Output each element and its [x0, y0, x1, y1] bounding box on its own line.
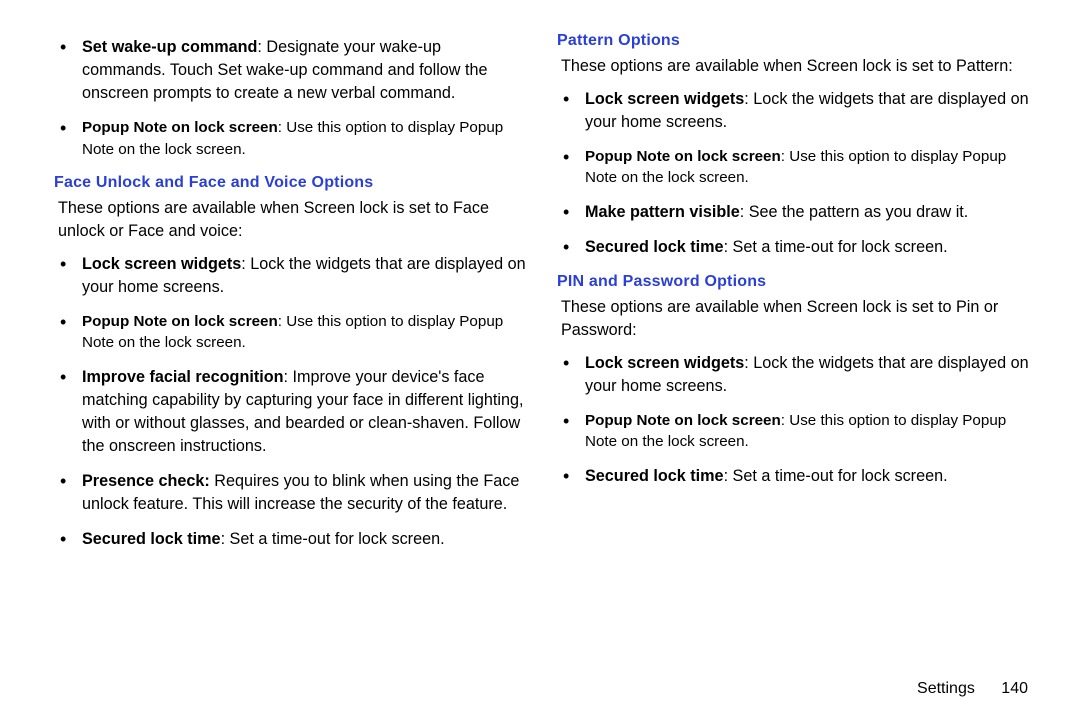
bullet-icon — [54, 311, 82, 354]
bullet-icon — [54, 366, 82, 458]
list-item-text: Improve facial recognition: Improve your… — [82, 366, 529, 458]
section-heading-face-unlock: Face Unlock and Face and Voice Options — [54, 172, 529, 195]
list-item-text: Lock screen widgets: Lock the widgets th… — [82, 253, 529, 299]
list-item-text: Lock screen widgets: Lock the widgets th… — [585, 352, 1032, 398]
list-item: Secured lock time: Set a time-out for lo… — [557, 236, 1032, 259]
list-item-text: Presence check: Requires you to blink wh… — [82, 470, 529, 516]
footer-page-number: 140 — [1001, 680, 1028, 697]
bullet-list: Lock screen widgets: Lock the widgets th… — [557, 352, 1032, 488]
page-footer: Settings 140 — [917, 680, 1028, 698]
list-item-lead: Improve facial recognition — [82, 368, 284, 386]
list-item-rest: : Set a time-out for lock screen. — [724, 238, 948, 256]
list-item-lead: Popup Note on lock screen — [585, 412, 781, 429]
list-item-text: Popup Note on lock screen: Use this opti… — [82, 311, 529, 354]
list-item: Make pattern visible: See the pattern as… — [557, 201, 1032, 224]
bullet-list: Lock screen widgets: Lock the widgets th… — [557, 88, 1032, 259]
right-column: Pattern Options These options are availa… — [557, 30, 1032, 563]
bullet-icon — [557, 88, 585, 134]
left-column: Set wake-up command: Designate your wake… — [54, 30, 529, 563]
list-item-lead: Secured lock time — [585, 467, 724, 485]
list-item: Lock screen widgets: Lock the widgets th… — [557, 352, 1032, 398]
list-item-lead: Lock screen widgets — [585, 354, 744, 372]
list-item-text: Set wake-up command: Designate your wake… — [82, 36, 529, 105]
list-item-text: Lock screen widgets: Lock the widgets th… — [585, 88, 1032, 134]
list-item-text: Popup Note on lock screen: Use this opti… — [585, 410, 1032, 453]
bullet-icon — [557, 352, 585, 398]
list-item-text: Popup Note on lock screen: Use this opti… — [82, 117, 529, 160]
bullet-icon — [54, 528, 82, 551]
section-heading-pattern: Pattern Options — [557, 30, 1032, 53]
bullet-icon — [557, 236, 585, 259]
list-item-lead: Presence check: — [82, 472, 210, 490]
list-item-lead: Secured lock time — [585, 238, 724, 256]
list-item-text: Make pattern visible: See the pattern as… — [585, 201, 1032, 224]
list-item-rest: : See the pattern as you draw it. — [740, 203, 969, 221]
list-item-text: Secured lock time: Set a time-out for lo… — [82, 528, 529, 551]
bullet-list: Lock screen widgets: Lock the widgets th… — [54, 253, 529, 551]
manual-page: Set wake-up command: Designate your wake… — [0, 0, 1080, 720]
list-item-rest: : Set a time-out for lock screen. — [724, 467, 948, 485]
list-item-rest: : Set a time-out for lock screen. — [221, 530, 445, 548]
section-intro: These options are available when Screen … — [557, 55, 1032, 78]
list-item: Set wake-up command: Designate your wake… — [54, 36, 529, 105]
list-item-lead: Make pattern visible — [585, 203, 740, 221]
footer-section-label: Settings — [917, 680, 975, 697]
list-item: Lock screen widgets: Lock the widgets th… — [54, 253, 529, 299]
list-item-lead: Popup Note on lock screen — [585, 148, 781, 165]
list-item: Lock screen widgets: Lock the widgets th… — [557, 88, 1032, 134]
section-intro: These options are available when Screen … — [54, 197, 529, 243]
list-item: Secured lock time: Set a time-out for lo… — [54, 528, 529, 551]
list-item-lead: Set wake-up command — [82, 38, 257, 56]
list-item: Popup Note on lock screen: Use this opti… — [54, 311, 529, 354]
bullet-icon — [54, 36, 82, 105]
bullet-icon — [557, 201, 585, 224]
list-item-text: Secured lock time: Set a time-out for lo… — [585, 465, 1032, 488]
bullet-icon — [557, 146, 585, 189]
section-heading-pin-password: PIN and Password Options — [557, 271, 1032, 294]
list-item: Secured lock time: Set a time-out for lo… — [557, 465, 1032, 488]
list-item-lead: Secured lock time — [82, 530, 221, 548]
bullet-icon — [54, 253, 82, 299]
list-item-lead: Lock screen widgets — [82, 255, 241, 273]
bullet-icon — [54, 117, 82, 160]
list-item-lead: Lock screen widgets — [585, 90, 744, 108]
list-item: Popup Note on lock screen: Use this opti… — [54, 117, 529, 160]
list-item: Popup Note on lock screen: Use this opti… — [557, 146, 1032, 189]
bullet-icon — [557, 410, 585, 453]
bullet-icon — [54, 470, 82, 516]
bullet-icon — [557, 465, 585, 488]
list-item-lead: Popup Note on lock screen — [82, 119, 278, 136]
list-item: Popup Note on lock screen: Use this opti… — [557, 410, 1032, 453]
bullet-list: Set wake-up command: Designate your wake… — [54, 36, 529, 160]
list-item-lead: Popup Note on lock screen — [82, 313, 278, 330]
list-item-text: Secured lock time: Set a time-out for lo… — [585, 236, 1032, 259]
two-column-layout: Set wake-up command: Designate your wake… — [54, 30, 1032, 563]
list-item-text: Popup Note on lock screen: Use this opti… — [585, 146, 1032, 189]
list-item: Presence check: Requires you to blink wh… — [54, 470, 529, 516]
section-intro: These options are available when Screen … — [557, 296, 1032, 342]
list-item: Improve facial recognition: Improve your… — [54, 366, 529, 458]
